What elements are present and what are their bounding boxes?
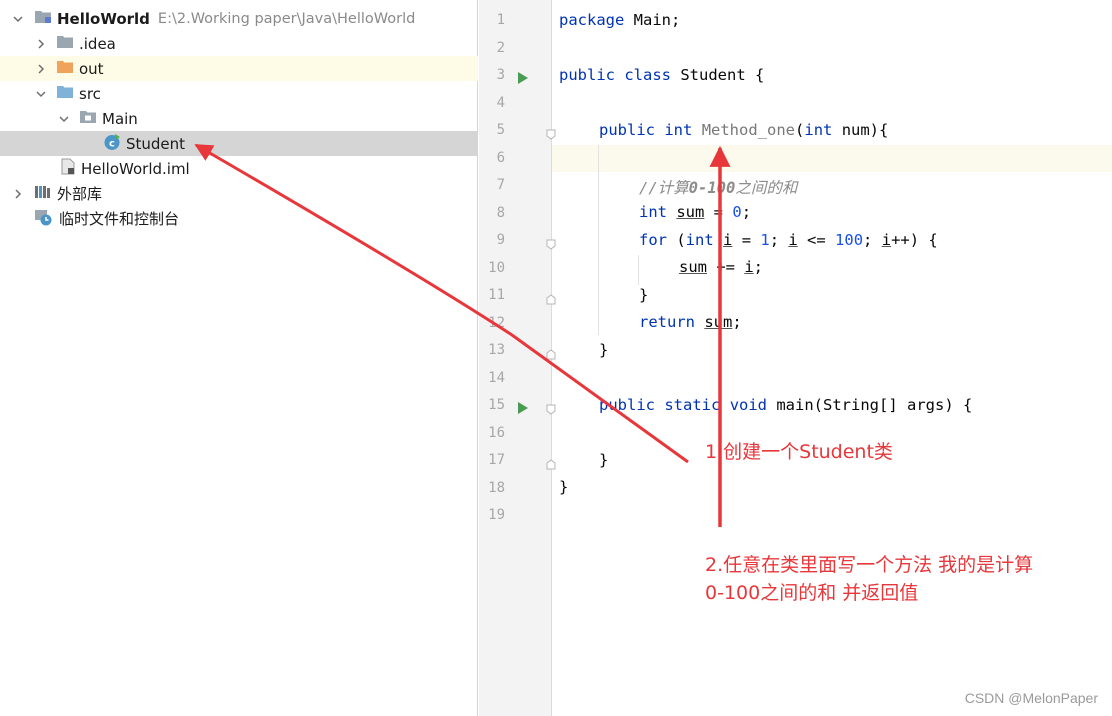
tree-item-label: HelloWorld.iml — [81, 159, 190, 178]
tree-item-label: src — [79, 84, 101, 103]
module-file-icon — [60, 158, 76, 179]
code-line-18[interactable]: } — [559, 478, 568, 496]
project-tree-panel: HelloWorld E:\2.Working paper\Java\Hello… — [0, 0, 478, 716]
chevron-down-icon[interactable] — [11, 12, 25, 26]
line-number: 11 — [488, 287, 505, 303]
run-main-icon[interactable] — [517, 399, 528, 418]
fold-marker-icon[interactable] — [546, 345, 556, 364]
tree-item-helloworld[interactable]: HelloWorld E:\2.Working paper\Java\Hello… — [0, 6, 478, 31]
fold-marker-icon[interactable] — [546, 235, 556, 254]
indent-guide — [638, 255, 639, 285]
tree-item-label: .idea — [79, 34, 116, 53]
line-number: 9 — [496, 232, 505, 248]
project-path: E:\2.Working paper\Java\HelloWorld — [157, 10, 416, 27]
tree-item-label: Student — [126, 134, 186, 153]
line-number: 16 — [488, 424, 505, 441]
tree-item-label: out — [79, 59, 104, 78]
chevron-down-icon[interactable] — [57, 112, 71, 126]
line-number: 6 — [496, 149, 505, 166]
java-class-icon: c — [103, 133, 121, 155]
scratches-icon — [34, 208, 54, 230]
tree-item-out[interactable]: out — [0, 56, 478, 81]
line-number: 2 — [496, 39, 505, 56]
code-line-9[interactable]: for (int i = 1; i <= 100; i++) { — [639, 231, 938, 249]
line-number: 19 — [488, 507, 505, 523]
tree-item-label: Main — [102, 109, 138, 128]
watermark: CSDN @MelonPaper — [964, 690, 1098, 706]
code-line-11[interactable]: } — [639, 286, 648, 304]
code-line-15[interactable]: public static void main(String[] args) { — [599, 396, 972, 414]
line-number: 7 — [496, 177, 505, 193]
fold-marker-icon[interactable] — [546, 290, 556, 309]
tree-item-scratches-consoles[interactable]: 临时文件和控制台 — [0, 206, 478, 231]
code-line-13[interactable]: } — [599, 341, 608, 359]
annotation-note-1: 1.创建一个Student类 — [705, 441, 893, 463]
code-line-10[interactable]: sum += i; — [679, 258, 763, 276]
current-line-highlight — [479, 145, 1112, 172]
line-number: 14 — [488, 369, 505, 386]
indent-guide — [598, 145, 599, 335]
library-icon — [34, 184, 52, 203]
tree-item-external-libraries[interactable]: 外部库 — [0, 181, 478, 206]
line-number: 1 — [496, 12, 505, 28]
chevron-right-icon[interactable] — [11, 187, 25, 201]
tree-item-idea[interactable]: .idea — [0, 31, 478, 56]
line-number: 8 — [496, 204, 505, 221]
tree-item-main[interactable]: Main — [0, 106, 478, 131]
tree-item-helloworld-iml[interactable]: HelloWorld.iml — [0, 156, 478, 181]
code-line-1[interactable]: package Main; — [559, 11, 680, 29]
code-line-7[interactable]: //计算0-100之间的和 — [639, 176, 797, 198]
fold-marker-icon[interactable] — [546, 400, 556, 419]
line-number: 4 — [496, 94, 505, 111]
line-number: 18 — [488, 479, 505, 496]
code-editor[interactable]: 1 2 3 4 5 6 7 8 9 10 11 12 13 14 15 16 17 18 19 package Ma… — [479, 0, 1112, 716]
code-line-8[interactable]: int sum = 0; — [639, 203, 751, 221]
chevron-right-icon[interactable] — [34, 62, 48, 76]
line-number: 15 — [488, 397, 505, 413]
tree-item-label: 外部库 — [57, 185, 103, 203]
tree-item-src[interactable]: src — [0, 81, 478, 106]
code-line-5[interactable]: public int Method_one(int num){ — [599, 121, 888, 139]
annotation-note-2-line-2: 0-100之间的和 并返回值 — [705, 582, 919, 604]
svg-text:c: c — [109, 138, 115, 149]
tree-item-student[interactable]: c Student — [0, 131, 478, 156]
code-line-17[interactable]: } — [599, 451, 608, 469]
line-number: 12 — [488, 314, 505, 331]
fold-marker-icon[interactable] — [546, 455, 556, 474]
line-number: 17 — [488, 452, 505, 468]
line-number: 3 — [496, 67, 505, 83]
tree-item-label: 临时文件和控制台 — [59, 210, 180, 228]
line-number: 13 — [488, 342, 505, 358]
fold-marker-icon[interactable] — [546, 125, 556, 144]
folder-icon — [56, 34, 74, 53]
tree-item-label: HelloWorld — [57, 9, 150, 28]
line-number: 10 — [488, 259, 505, 276]
chevron-right-icon[interactable] — [34, 37, 48, 51]
annotation-note-2-line-1: 2.任意在类里面写一个方法 我的是计算 — [705, 554, 1034, 576]
source-folder-icon — [56, 84, 74, 103]
line-number: 5 — [496, 122, 505, 138]
package-icon — [79, 109, 97, 128]
code-line-3[interactable]: public class Student { — [559, 66, 764, 84]
excluded-folder-icon — [56, 59, 74, 78]
code-line-12[interactable]: return sum; — [639, 313, 742, 331]
module-folder-icon — [34, 9, 52, 28]
chevron-down-icon[interactable] — [34, 87, 48, 101]
run-class-icon[interactable] — [517, 69, 528, 88]
